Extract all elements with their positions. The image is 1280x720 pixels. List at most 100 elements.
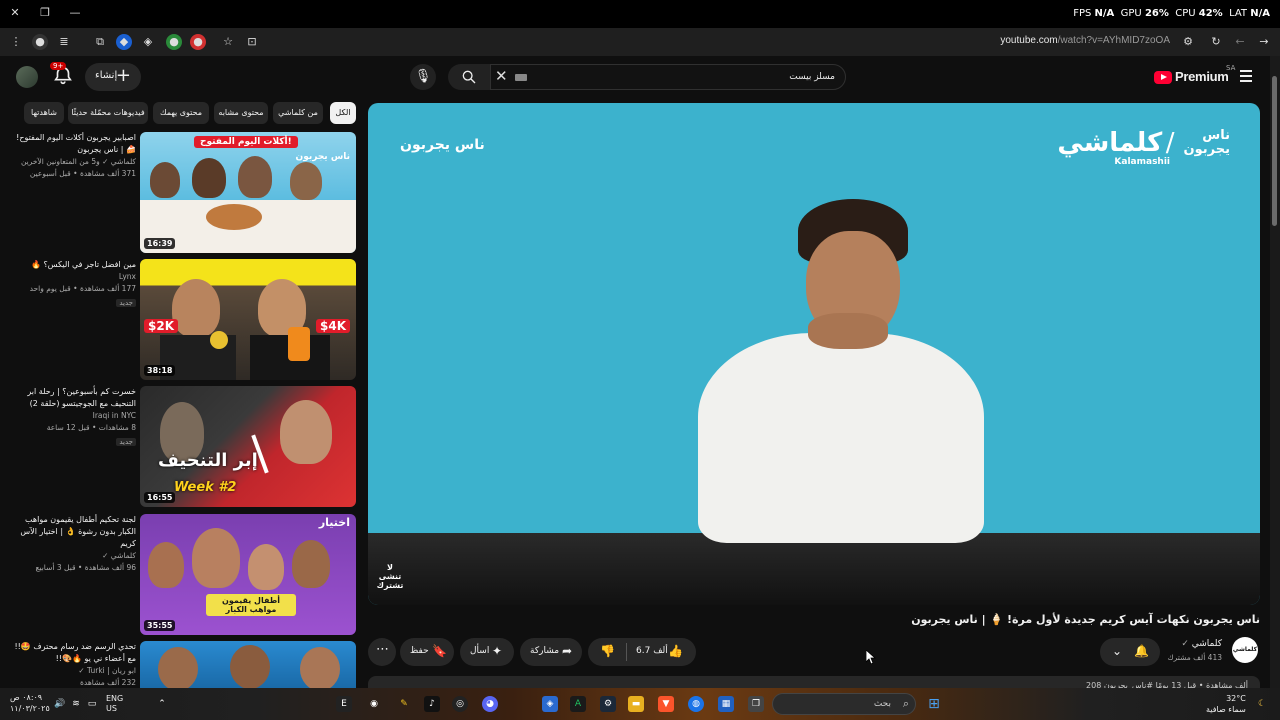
notifications-bell-icon[interactable]: 9+	[50, 62, 74, 87]
address-bar[interactable]: youtube.com/watch?v=AYhMID7zoOA	[1000, 35, 1170, 46]
person-figure	[192, 158, 226, 198]
video-thumbnail[interactable]	[140, 641, 356, 688]
language-indicator[interactable]: ENG US	[106, 694, 123, 714]
extension-icon-4[interactable]: ●	[166, 34, 182, 50]
video-thumbnail[interactable]: اختيار أطفال يقيمون مواهب الكبار 35:55	[140, 514, 356, 635]
clock-time: ٠٨:٠٩ ص	[10, 693, 43, 702]
channel-name[interactable]: ابو ريان | Turki ✓	[8, 665, 136, 677]
video-meta: تحدي الرسم ضد رسام محترف 🤩!! مع أعضاء ني…	[8, 641, 136, 688]
tiktok-icon[interactable]: ♪	[424, 696, 440, 712]
video-thumbnail[interactable]: $2K $4K 38:18	[140, 259, 356, 380]
tray-chevron-icon[interactable]: ⌃	[154, 696, 170, 712]
more-actions-button[interactable]: ⋯	[368, 638, 396, 666]
video-title[interactable]: خسرت كم بأسبوعين؟ | رحلة ابر التنحيف مع …	[8, 386, 136, 410]
app-icon[interactable]: ✎	[396, 696, 412, 712]
like-icon[interactable]: 👍	[668, 644, 683, 658]
weather-widget[interactable]: 32°C سماء صافية	[1206, 693, 1246, 715]
hamburger-menu-icon[interactable]	[1240, 70, 1252, 85]
save-button[interactable]: حفظ 🔖	[400, 638, 454, 666]
extension-icon-1[interactable]: ●	[32, 34, 48, 50]
person-figure	[300, 647, 340, 688]
bookmark-star-icon[interactable]: ☆	[220, 34, 236, 50]
gold-watch	[210, 331, 228, 349]
list-item[interactable]: اختيار أطفال يقيمون مواهب الكبار 35:55 ل…	[0, 514, 360, 635]
microsoft-store-icon[interactable]: ▦	[718, 696, 734, 712]
chip-for-you[interactable]: محتوى يهمك	[153, 102, 209, 124]
chip-all[interactable]: الكل	[330, 102, 356, 124]
wifi-icon[interactable]: ≋	[68, 696, 84, 712]
scrollbar-thumb[interactable]	[1272, 76, 1277, 226]
extension-icon-5[interactable]: ●	[190, 34, 206, 50]
chip-watched[interactable]: شاهدتها	[24, 102, 64, 124]
minimize-window-icon[interactable]: —	[66, 6, 84, 22]
app-icon[interactable]: ◈	[542, 696, 558, 712]
channel-name[interactable]: كلماشي ✓ و5 من المتعاونين الآخرين	[8, 156, 136, 168]
channel-name[interactable]: Iraqi in NYC	[8, 410, 136, 422]
app-icon[interactable]: ◉	[366, 696, 382, 712]
like-count[interactable]: 6.7 ألف	[636, 646, 668, 656]
account-avatar[interactable]	[16, 66, 38, 88]
video-title[interactable]: مين افضل تاجر في اليكس؟ 🔥	[8, 259, 136, 271]
share-button[interactable]: مشاركة ➦	[520, 638, 582, 666]
taskbar-search-field[interactable]: بحث ⌕	[772, 693, 916, 715]
channel-name[interactable]: Lynx	[8, 271, 136, 283]
chrome-icon[interactable]: ◍	[688, 696, 704, 712]
video-title[interactable]: اصبابير يجربون أكلات اليوم المفتوح! 🍰 | …	[8, 132, 136, 156]
ask-button[interactable]: اسأل ✦	[460, 638, 514, 666]
channel-name-main[interactable]: كلماشي ✓	[1181, 639, 1222, 649]
app-icon[interactable]: A	[570, 696, 586, 712]
chip-recently-uploaded[interactable]: فيديوهات محمّلة حديثًا	[68, 102, 148, 124]
price-tag-left: $2K	[144, 319, 178, 333]
thumbnail-caption: أكلات اليوم المفتوح!	[194, 136, 298, 148]
video-title[interactable]: لجنة تحكيم أطفال يقيمون مواهب الكبار بدو…	[8, 514, 136, 550]
reload-icon[interactable]: ↻	[1208, 34, 1224, 50]
chip-from-channel[interactable]: من كلماشي	[273, 102, 323, 124]
back-arrow-icon[interactable]: →	[1256, 34, 1272, 50]
search-query: مسلز بيست	[789, 72, 835, 82]
task-view-icon[interactable]: ❐	[748, 696, 764, 712]
chip-related[interactable]: محتوى مشابه	[214, 102, 268, 124]
keyboard-icon[interactable]	[515, 74, 527, 81]
subscribed-button[interactable]: ⌄ 🔔	[1100, 638, 1160, 666]
list-item[interactable]: إبر التنحيف Week #2 16:55 خسرت كم بأسبوع…	[0, 386, 360, 507]
list-item[interactable]: أكلات اليوم المفتوح! ناس يجربون 16:39 اص…	[0, 132, 360, 253]
extension-shield-icon[interactable]: ◆	[116, 34, 132, 50]
search-button[interactable]	[448, 64, 490, 90]
channel-name[interactable]: كلماشي ✓	[8, 550, 136, 562]
video-thumbnail[interactable]: إبر التنحيف Week #2 16:55	[140, 386, 356, 507]
epic-games-icon[interactable]: E	[336, 696, 352, 712]
extension-icon-3[interactable]: ◈	[140, 34, 156, 50]
battery-icon[interactable]: ▭	[84, 696, 100, 712]
brave-icon[interactable]: ▼	[658, 696, 674, 712]
channel-avatar[interactable]: كلماشي	[1232, 637, 1258, 663]
extensions-puzzle-icon[interactable]: ⧉	[92, 34, 108, 50]
forward-arrow-icon[interactable]: ←	[1232, 34, 1248, 50]
steam-icon[interactable]: ⚙	[600, 696, 616, 712]
windows-taskbar: ٠٨:٠٩ ص ١١/٠٣/٢٠٢٥ 🔊 ≋ ▭ ENG US ⌃ E ◉ ✎ …	[0, 688, 1280, 720]
search-input[interactable]: ✕ مسلز بيست	[490, 64, 846, 90]
site-settings-icon[interactable]: ⚙	[1180, 34, 1196, 50]
video-player[interactable]: ناس يجربون كلماشي / ناس يجربون Kalamashi…	[368, 103, 1260, 605]
windows-start-icon[interactable]: ⊞	[926, 696, 942, 712]
video-thumbnail[interactable]: أكلات اليوم المفتوح! ناس يجربون 16:39	[140, 132, 356, 253]
video-title[interactable]: تحدي الرسم ضد رسام محترف 🤩!! مع أعضاء ني…	[8, 641, 136, 665]
create-button[interactable]: إنشاء +	[85, 63, 141, 91]
list-item[interactable]: تحدي الرسم ضد رسام محترف 🤩!! مع أعضاء ني…	[0, 641, 360, 688]
weather-condition: سماء صافية	[1206, 705, 1246, 714]
file-explorer-icon[interactable]: ▬	[628, 696, 644, 712]
pancake-stack	[206, 204, 262, 230]
speaker-icon[interactable]: 🔊	[52, 696, 68, 712]
close-window-icon[interactable]: ✕	[6, 6, 24, 22]
screenshot-icon[interactable]: ⊡	[244, 34, 260, 50]
browser-menu-icon[interactable]: ⋮	[8, 34, 24, 50]
voice-search-mic-icon[interactable]: 🎙	[410, 64, 436, 90]
clock[interactable]: ٠٨:٠٩ ص ١١/٠٣/٢٠٢٥	[10, 692, 50, 714]
extension-icon-2[interactable]: ≣	[56, 34, 72, 50]
discord-icon[interactable]: ◕	[482, 696, 498, 712]
restore-window-icon[interactable]: ❐	[36, 6, 54, 22]
obs-icon[interactable]: ◎	[452, 696, 468, 712]
dislike-icon[interactable]: 👎	[600, 644, 615, 658]
page-scrollbar[interactable]	[1270, 56, 1280, 688]
clear-search-icon[interactable]: ✕	[495, 67, 508, 85]
list-item[interactable]: $2K $4K 38:18 مين افضل تاجر في اليكس؟ 🔥 …	[0, 259, 360, 380]
